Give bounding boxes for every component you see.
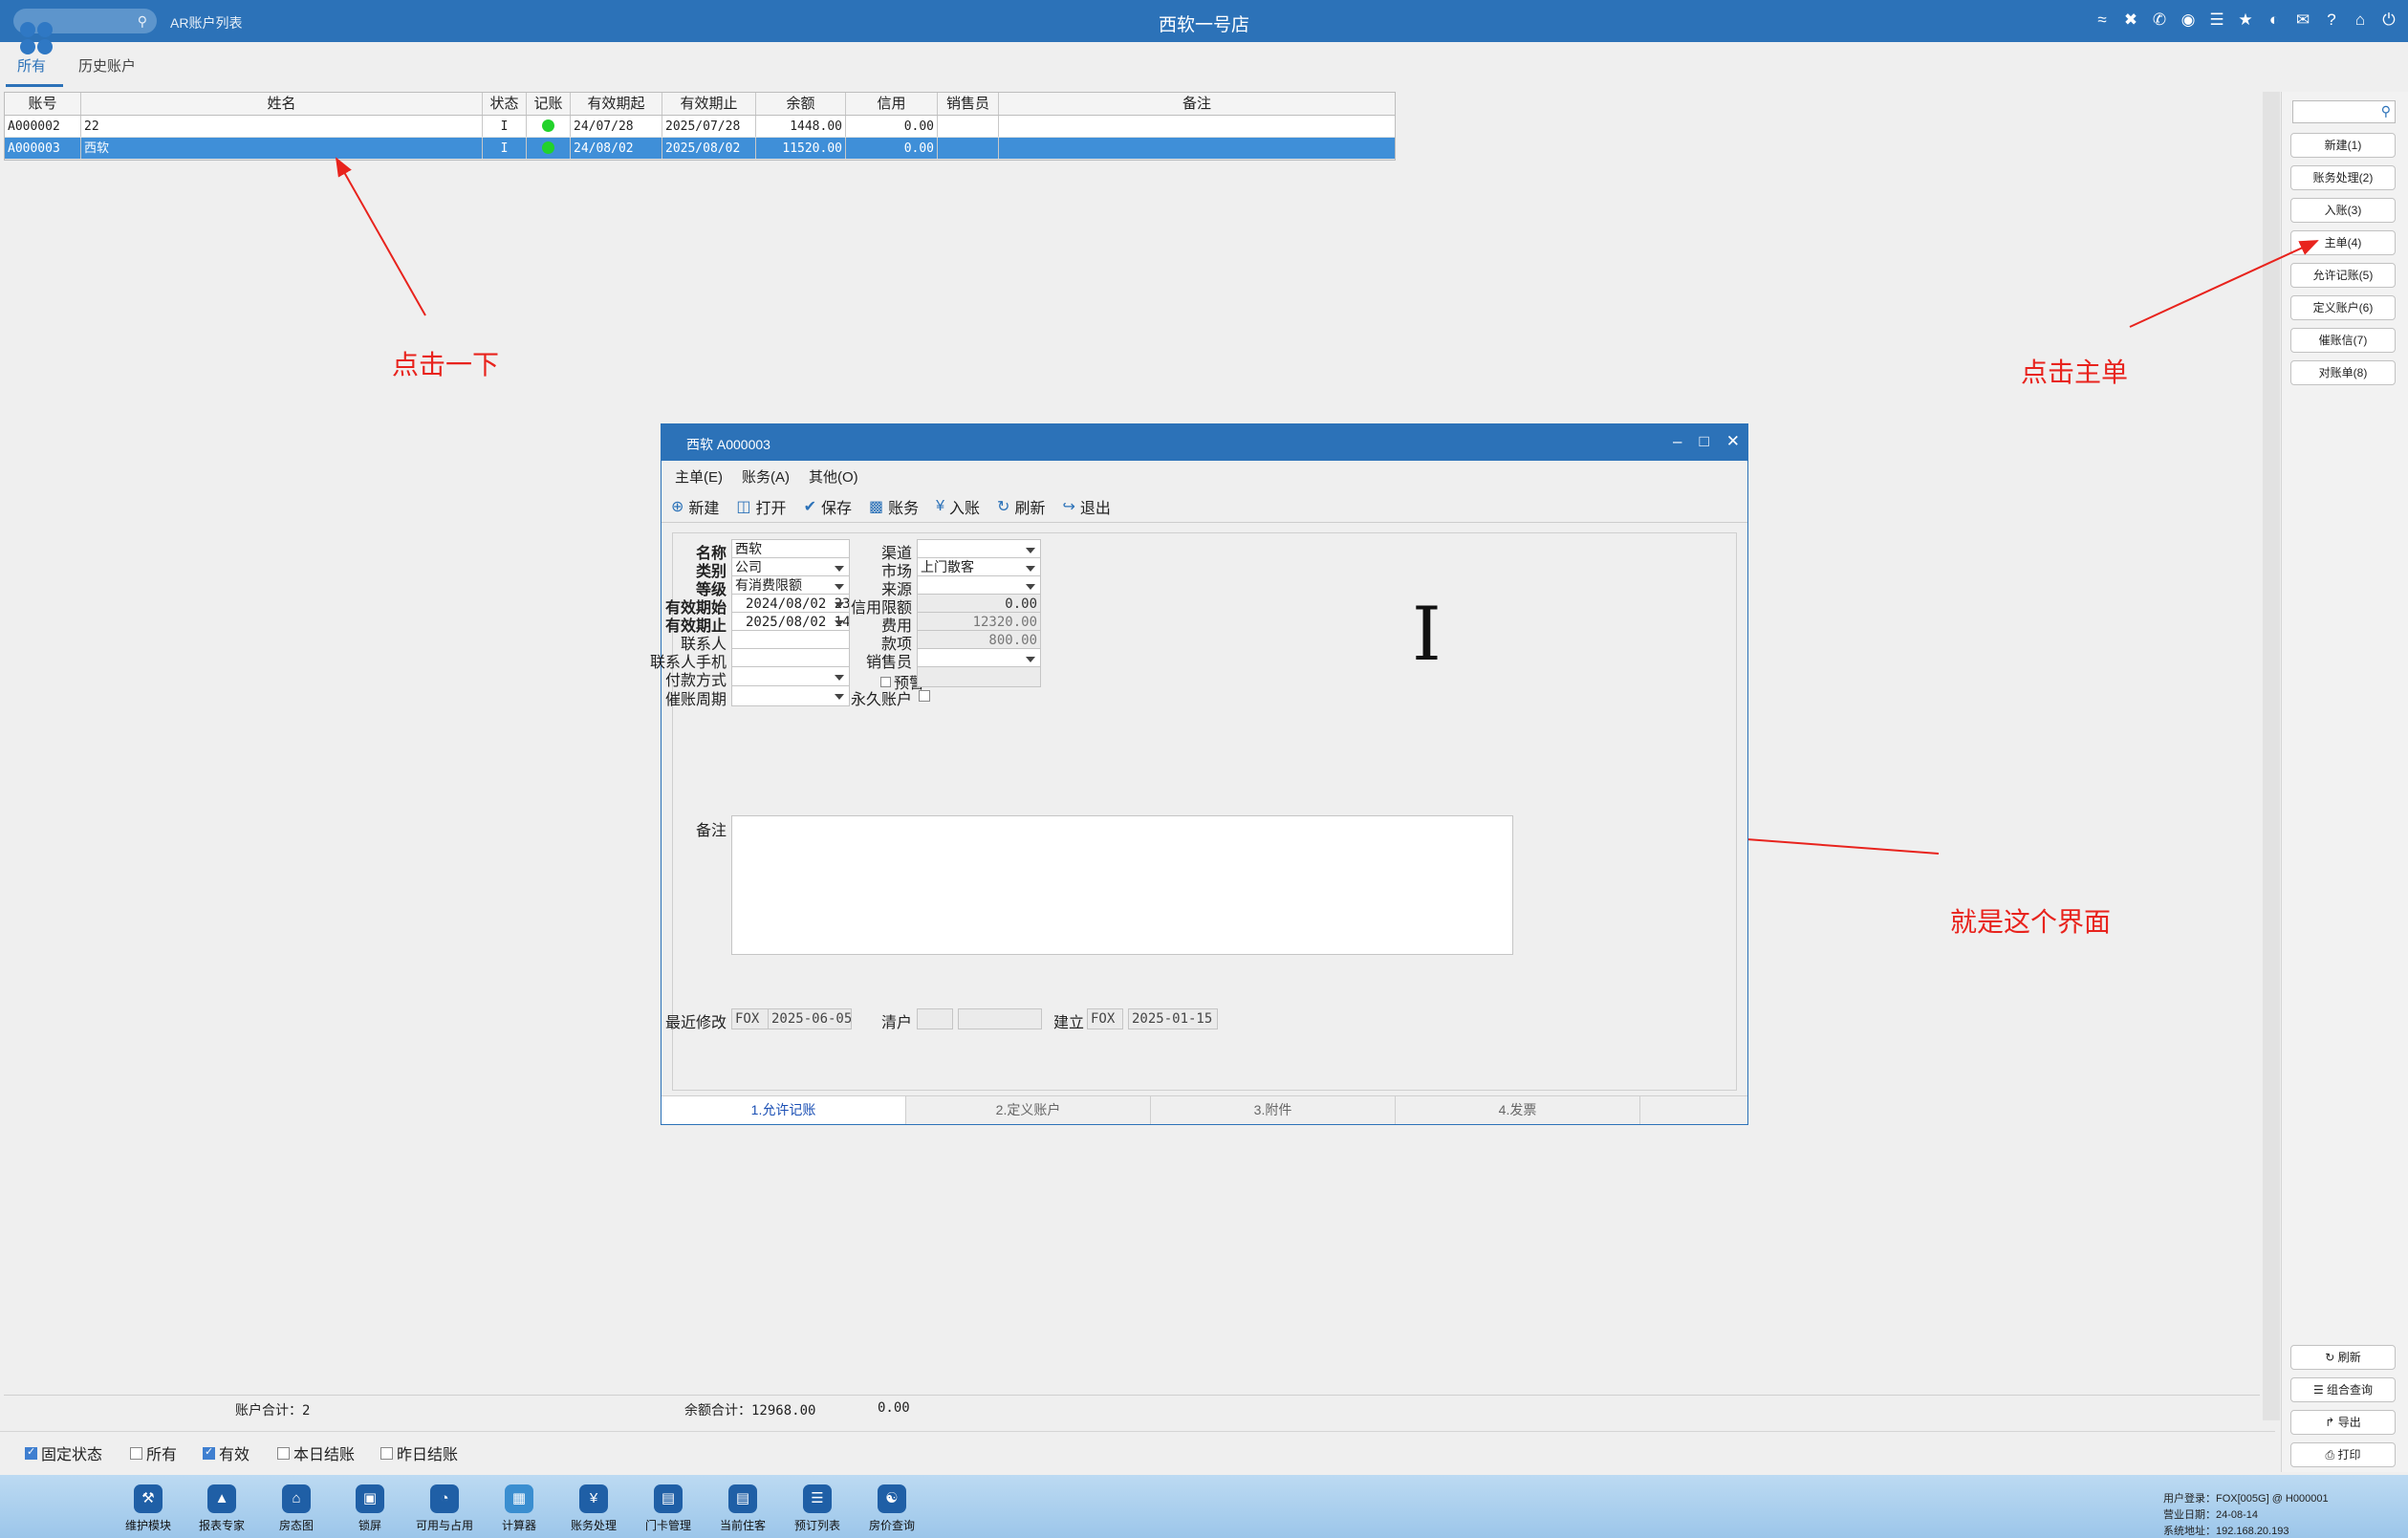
menu-other[interactable]: 其他(O) bbox=[809, 466, 858, 487]
tool-label: 账务 bbox=[888, 501, 920, 517]
tool-label: 退出 bbox=[1079, 501, 1111, 517]
refresh-icon: ↻ bbox=[997, 499, 1010, 515]
checkbox[interactable] bbox=[880, 676, 891, 687]
memo-label: 备注 bbox=[695, 823, 727, 839]
warning-field bbox=[917, 666, 1041, 687]
tool-label: 入账 bbox=[949, 501, 981, 517]
plus-icon: ⊕ bbox=[671, 499, 684, 515]
text-cursor-icon: I bbox=[1412, 592, 1442, 678]
tool-label: 新建 bbox=[688, 501, 720, 517]
folder-icon: ◫ bbox=[736, 499, 751, 515]
arrow-to-row bbox=[336, 157, 426, 316]
dialog-menu: 主单(E) 账务(A) 其他(O) bbox=[675, 466, 858, 487]
save-tool-button[interactable]: ✔ 保存 bbox=[804, 495, 852, 518]
dialog-toolbar: ⊕ 新建 ◫ 打开 ✔ 保存 ▩ 账务 ¥ 入账 ↻ 刷新 ↪ 退出 bbox=[671, 495, 1111, 518]
memo-textarea[interactable] bbox=[731, 815, 1513, 955]
dialog-title-bar[interactable]: 西软 A000003 – □ ✕ bbox=[662, 424, 1747, 461]
briefcase-icon: ▩ bbox=[868, 499, 884, 515]
modified-label: 最近修改 bbox=[664, 1015, 727, 1031]
open-tool-button[interactable]: ◫ 打开 bbox=[736, 495, 786, 518]
minimize-icon[interactable]: – bbox=[1673, 432, 1681, 451]
annotation-click-master: 点击主单 bbox=[2021, 357, 2129, 388]
exit-tool-button[interactable]: ↪ 退出 bbox=[1062, 495, 1110, 518]
clear-label: 清户 bbox=[880, 1015, 912, 1031]
tool-label: 保存 bbox=[820, 501, 852, 517]
post-tool-button[interactable]: ¥ 入账 bbox=[936, 495, 980, 518]
dialog-bottom-tabs: 1.允许记账 2.定义账户 3.附件 4.发票 bbox=[662, 1095, 1747, 1124]
arrow-to-master-button bbox=[2129, 240, 2319, 328]
maximize-icon[interactable]: □ bbox=[1699, 432, 1708, 451]
accounting-tool-button[interactable]: ▩ 账务 bbox=[869, 495, 919, 518]
tab-invoices[interactable]: 4.发票 bbox=[1396, 1096, 1640, 1124]
payment-select[interactable] bbox=[731, 666, 850, 687]
refresh-tool-button[interactable]: ↻ 刷新 bbox=[997, 495, 1045, 518]
menu-master[interactable]: 主单(E) bbox=[675, 466, 723, 487]
clear-by-field bbox=[917, 1008, 953, 1029]
dunning-select[interactable] bbox=[731, 685, 850, 706]
tool-label: 刷新 bbox=[1014, 501, 1046, 517]
window-controls: – □ ✕ bbox=[1673, 432, 1740, 451]
created-label: 建立 bbox=[1052, 1015, 1084, 1031]
tab-attachments[interactable]: 3.附件 bbox=[1151, 1096, 1396, 1124]
tab-define-account[interactable]: 2.定义账户 bbox=[906, 1096, 1151, 1124]
created-by-field: FOX bbox=[1087, 1008, 1123, 1029]
master-dialog: 西软 A000003 – □ ✕ 主单(E) 账务(A) 其他(O) ⊕ 新建 ◫… bbox=[650, 423, 1748, 1125]
master-form: 名称 西软 类别 公司 等级 有消费限额 有效期始 2024/08/02 23:… bbox=[650, 532, 1737, 1091]
annotation-this-screen: 就是这个界面 bbox=[1950, 906, 2112, 938]
toolbar-divider bbox=[662, 522, 1747, 523]
tool-label: 打开 bbox=[755, 501, 787, 517]
salesperson-label: 销售员 bbox=[865, 655, 912, 671]
close-icon[interactable]: ✕ bbox=[1726, 432, 1740, 451]
menu-accounting[interactable]: 账务(A) bbox=[742, 466, 790, 487]
exit-icon: ↪ bbox=[1062, 499, 1075, 515]
yen-icon: ¥ bbox=[936, 498, 945, 514]
permanent-account-checkbox[interactable] bbox=[919, 690, 930, 702]
annotation-click-once: 点击一下 bbox=[392, 349, 500, 380]
dialog-title: 西软 A000003 bbox=[686, 437, 770, 452]
new-tool-button[interactable]: ⊕ 新建 bbox=[671, 495, 719, 518]
tab-allow-posting[interactable]: 1.允许记账 bbox=[662, 1096, 906, 1124]
created-at-field: 2025-01-15 05:5... bbox=[1128, 1008, 1218, 1029]
permanent-account-label: 永久账户 bbox=[850, 692, 912, 708]
dunning-label: 催账周期 bbox=[664, 692, 727, 708]
check-icon: ✔ bbox=[803, 499, 816, 515]
